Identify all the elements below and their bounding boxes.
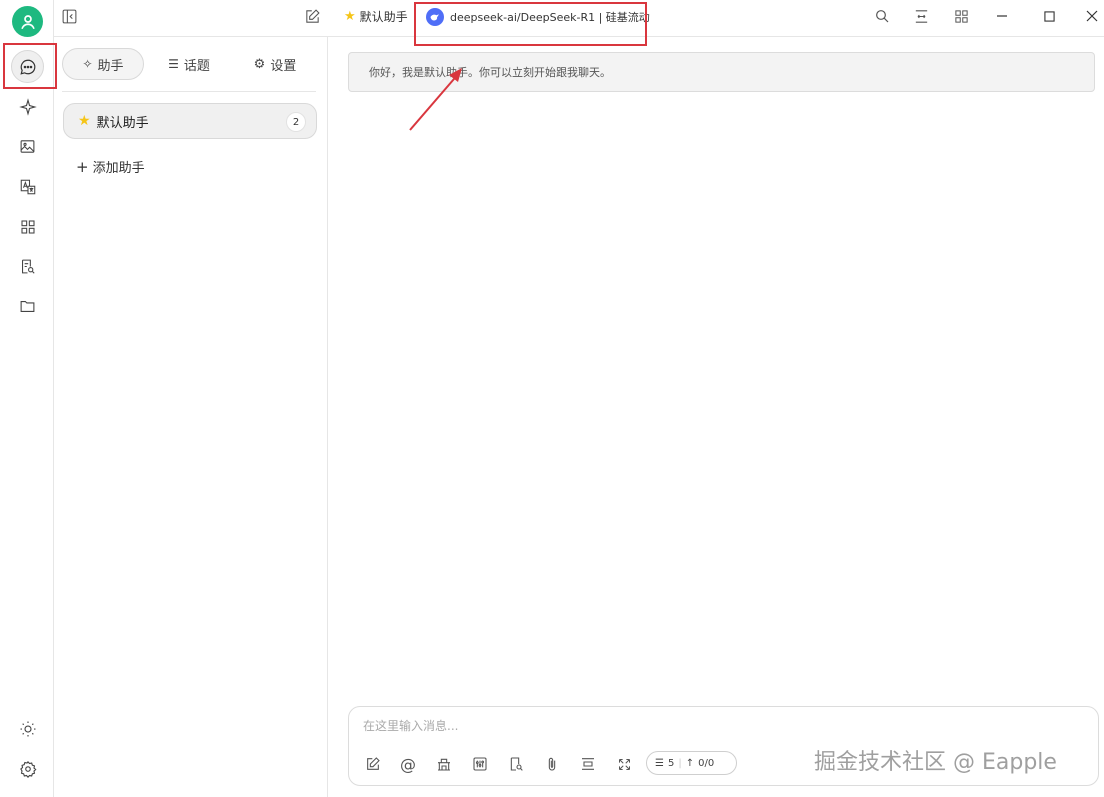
narrow-mode-icon — [915, 9, 927, 23]
web-search-tool[interactable] — [506, 754, 526, 774]
expand-icon — [618, 758, 630, 770]
edit-icon — [305, 8, 320, 23]
sparkle-icon — [18, 97, 37, 116]
current-assistant-name: 默认助手 — [359, 10, 408, 24]
panel-tabs: ✧ 助手 ☰ 话题 ⚙ 设置 — [62, 47, 316, 81]
tab-topics-label: 话题 — [183, 58, 210, 74]
knowledge-search-icon — [510, 757, 523, 771]
clear-context-tool[interactable] — [578, 754, 598, 774]
tab-topics[interactable]: ☰ 话题 — [144, 48, 234, 80]
paperclip-icon — [548, 757, 556, 771]
user-icon — [20, 14, 35, 29]
top-bar: ★ 默认助手 deepseek-ai/DeepSeek-R1 | 硅基流动 — [54, 0, 1104, 37]
window-maximize-button[interactable] — [1037, 4, 1061, 28]
knowledge-base-tool[interactable] — [434, 754, 454, 774]
token-count: 0/0 — [698, 757, 715, 769]
left-rail — [0, 0, 57, 797]
attachment-tool[interactable] — [542, 754, 562, 774]
add-assistant-label: 添加助手 — [92, 161, 145, 176]
divider-icon — [582, 758, 594, 770]
model-label: deepseek-ai/DeepSeek-R1 | 硅基流动 — [450, 11, 650, 24]
apps-grid-icon — [20, 219, 35, 234]
annotation-arrow — [409, 68, 462, 131]
nav-paint[interactable] — [11, 130, 44, 163]
nav-files[interactable] — [11, 290, 44, 323]
maximize-icon — [1043, 10, 1055, 22]
window-minimize-button[interactable] — [990, 4, 1014, 28]
tab-settings-label: 设置 — [270, 58, 297, 74]
plus-icon: + — [76, 157, 89, 176]
folder-icon — [20, 301, 35, 312]
theme-toggle[interactable] — [11, 712, 44, 745]
star-icon: ★ — [78, 113, 91, 129]
translate-icon — [20, 179, 35, 194]
add-assistant-button[interactable]: + 添加助手 — [76, 157, 145, 177]
arrow-up-icon: ↑ — [685, 757, 695, 769]
new-topic-button[interactable] — [300, 4, 324, 28]
model-selector[interactable]: deepseek-ai/DeepSeek-R1 | 硅基流动 — [426, 6, 650, 28]
collapse-sidebar-button[interactable] — [57, 4, 81, 28]
avatar[interactable] — [12, 6, 43, 37]
nav-agents[interactable] — [11, 90, 44, 123]
nav-chat[interactable] — [11, 50, 44, 83]
pill-divider: | — [678, 757, 682, 769]
tab-assistants-label: 助手 — [97, 58, 124, 74]
at-icon: @ — [400, 754, 416, 774]
sliders-icon — [473, 757, 487, 771]
list-icon: ☰ — [655, 757, 664, 769]
search-button[interactable] — [870, 4, 894, 28]
settings-button[interactable] — [11, 752, 44, 785]
tab-settings[interactable]: ⚙ 设置 — [234, 48, 316, 80]
edit-icon — [367, 757, 380, 770]
assistant-panel: ✧ 助手 ☰ 话题 ⚙ 设置 ★ 默认助手 2 + 添加助手 — [54, 37, 328, 797]
expand-tool[interactable] — [614, 754, 634, 774]
list-icon: ☰ — [168, 57, 179, 71]
sun-icon — [20, 721, 35, 736]
gear-icon: ⚙ — [253, 56, 266, 72]
tab-assistants[interactable]: ✧ 助手 — [62, 48, 144, 80]
minimize-icon — [997, 15, 1007, 17]
image-icon — [20, 140, 35, 153]
knowledge-search-icon — [22, 259, 35, 274]
search-icon — [876, 10, 889, 23]
nav-apps[interactable] — [11, 210, 44, 243]
watermark: 掘金技术社区 @ Eapple — [814, 750, 1057, 775]
message-input[interactable] — [363, 717, 1063, 741]
sidebar-collapse-icon — [62, 9, 76, 23]
mention-model-tool[interactable]: @ — [398, 754, 418, 774]
parameters-tool[interactable] — [470, 754, 490, 774]
current-assistant: ★ 默认助手 — [344, 8, 408, 25]
chat-bubble-icon — [19, 59, 35, 75]
assistant-item[interactable]: ★ 默认助手 2 — [63, 103, 317, 139]
context-count: 5 — [667, 757, 675, 769]
close-icon — [1086, 10, 1098, 22]
new-topic-tool[interactable] — [363, 754, 383, 774]
star-icon: ★ — [344, 9, 356, 24]
nav-knowledge[interactable] — [11, 250, 44, 283]
nav-translate[interactable] — [11, 170, 44, 203]
context-token-counter[interactable]: ☰ 5 | ↑ 0/0 — [646, 751, 737, 775]
window-close-button[interactable] — [1080, 4, 1104, 28]
apps-grid-icon — [954, 9, 968, 23]
library-icon — [438, 758, 450, 771]
minapp-button[interactable] — [949, 4, 973, 28]
sparkle-icon: ✧ — [82, 57, 93, 71]
app-window: ★ 默认助手 deepseek-ai/DeepSeek-R1 | 硅基流动 ✧ … — [0, 0, 1104, 797]
divider — [62, 91, 316, 92]
narrow-mode-button[interactable] — [909, 4, 933, 28]
deepseek-logo-icon — [426, 8, 444, 26]
settings-icon — [19, 760, 36, 778]
topic-count-badge: 2 — [286, 112, 306, 132]
assistant-name: 默认助手 — [96, 115, 149, 131]
